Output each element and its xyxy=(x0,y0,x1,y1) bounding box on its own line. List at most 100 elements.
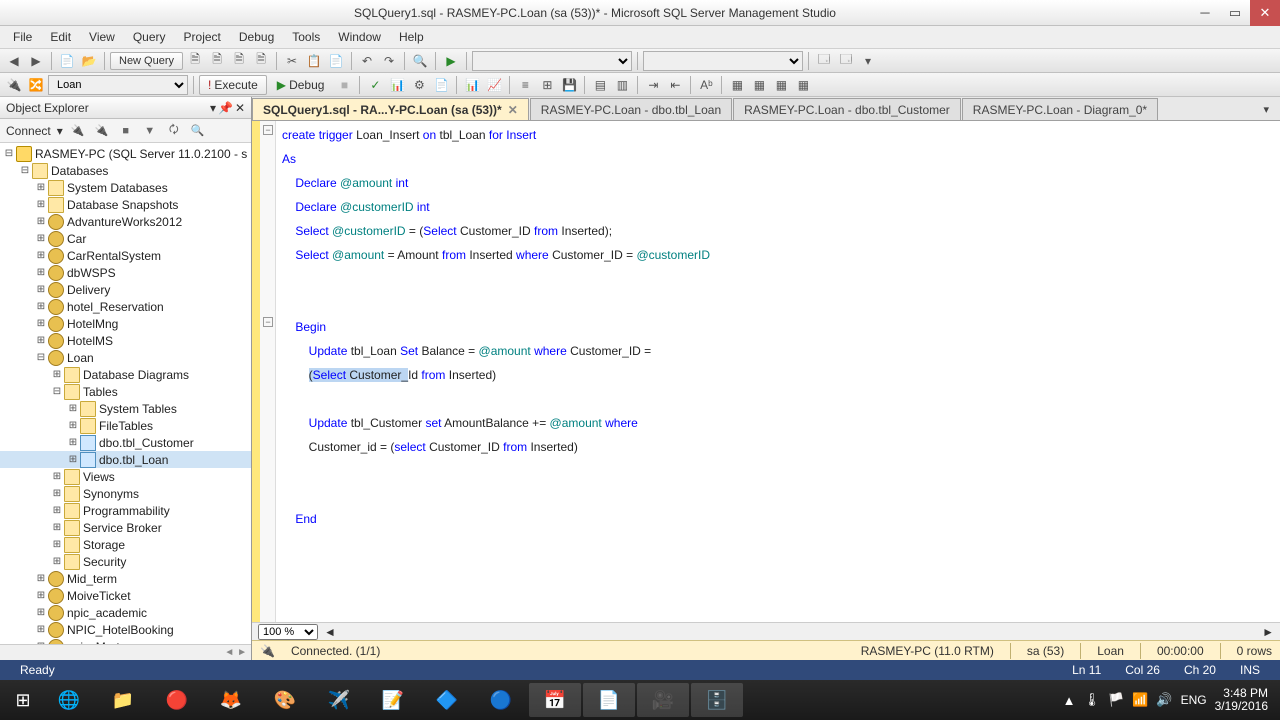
code-editor[interactable]: create trigger Loan_Insert on tbl_Loan f… xyxy=(276,121,1280,622)
tab-diagram[interactable]: RASMEY-PC.Loan - Diagram_0* xyxy=(962,98,1158,120)
explorer-hscroll[interactable]: ◄ ► xyxy=(0,644,251,660)
refresh-icon[interactable]: 🗘 xyxy=(165,122,183,140)
taskbar-ie[interactable]: 🌐 xyxy=(43,683,95,717)
include-stats-icon[interactable]: 📈 xyxy=(484,75,504,95)
paste-icon[interactable]: 📄 xyxy=(326,51,346,71)
tool2-icon[interactable]: 🗔 xyxy=(836,51,856,71)
tree-db[interactable]: ⊞Delivery xyxy=(0,281,251,298)
tray-volume-icon[interactable]: 🔊 xyxy=(1156,692,1172,708)
open-icon[interactable]: 📂 xyxy=(79,51,99,71)
taskbar-ssms[interactable]: 🗄️ xyxy=(691,683,743,717)
start-icon[interactable]: ▶ xyxy=(441,51,461,71)
taskbar-chrome[interactable]: 🔴 xyxy=(151,683,203,717)
debug-button[interactable]: ▶ Debug xyxy=(269,76,333,94)
tree-db[interactable]: ⊞hotel_Reservation xyxy=(0,298,251,315)
tree-storage-folder[interactable]: ⊞Storage xyxy=(0,536,251,553)
outline-gutter[interactable]: − − xyxy=(260,121,276,622)
tree-db[interactable]: ⊞Car xyxy=(0,230,251,247)
tree-db[interactable]: ⊞AdvantureWorks2012 xyxy=(0,213,251,230)
filter-icon[interactable]: ▼ xyxy=(141,122,159,140)
window-tool-icon[interactable]: ▦ xyxy=(727,75,747,95)
tree-db-loan[interactable]: ⊟Loan xyxy=(0,349,251,366)
taskbar-telegram[interactable]: ✈️ xyxy=(313,683,365,717)
tree-security-folder[interactable]: ⊞Security xyxy=(0,553,251,570)
taskbar-calendar[interactable]: 📅 xyxy=(529,683,581,717)
tray-speedfan-icon[interactable]: 🌡 xyxy=(1084,692,1101,708)
results-text-icon[interactable]: ≡ xyxy=(515,75,535,95)
start-button[interactable]: ⊞ xyxy=(4,683,42,717)
tree-diagrams-folder[interactable]: ⊞Database Diagrams xyxy=(0,366,251,383)
tab-close-icon[interactable]: ✕ xyxy=(508,103,518,117)
tree-db[interactable]: ⊞Mid_term xyxy=(0,570,251,587)
menu-query[interactable]: Query xyxy=(124,27,175,47)
undo-icon[interactable]: ↶ xyxy=(357,51,377,71)
tray-lang[interactable]: ENG xyxy=(1181,693,1207,707)
tree-db[interactable]: ⊞HotelMS xyxy=(0,332,251,349)
tree-prog-folder[interactable]: ⊞Programmability xyxy=(0,502,251,519)
tree-db[interactable]: ⊞HotelMng xyxy=(0,315,251,332)
hscroll-right-icon[interactable]: ► xyxy=(1262,625,1274,639)
disconnect-icon[interactable]: 🔌 xyxy=(93,122,111,140)
search-icon[interactable]: 🔍 xyxy=(189,122,207,140)
tray-flag-icon[interactable]: 🏳️ xyxy=(1108,692,1124,708)
include-plan-icon[interactable]: 📊 xyxy=(462,75,482,95)
tree-db[interactable]: ⊞dbWSPS xyxy=(0,264,251,281)
tab-tbl-customer[interactable]: RASMEY-PC.Loan - dbo.tbl_Customer xyxy=(733,98,961,120)
db-query4-icon[interactable]: 🗎 xyxy=(251,51,271,71)
config-dropdown[interactable] xyxy=(643,51,803,71)
tab-sqlquery[interactable]: SQLQuery1.sql - RA...Y-PC.Loan (sa (53))… xyxy=(252,98,529,120)
menu-view[interactable]: View xyxy=(80,27,124,47)
copy-icon[interactable]: 📋 xyxy=(304,51,324,71)
tree-filetables-folder[interactable]: ⊞FileTables xyxy=(0,417,251,434)
taskbar-skype[interactable]: 🔵 xyxy=(475,683,527,717)
taskbar-paint[interactable]: 🎨 xyxy=(259,683,311,717)
close-button[interactable]: ✕ xyxy=(1250,0,1280,26)
outdent-icon[interactable]: ⇤ xyxy=(665,75,685,95)
tree-db[interactable]: ⊞CarRentalSystem xyxy=(0,247,251,264)
db-query3-icon[interactable]: 🗎 xyxy=(229,51,249,71)
new-query-button[interactable]: New Query xyxy=(110,52,183,70)
tray-network-icon[interactable]: 📶 xyxy=(1132,692,1148,708)
tree-table-loan[interactable]: ⊞dbo.tbl_Loan xyxy=(0,451,251,468)
menu-help[interactable]: Help xyxy=(390,27,433,47)
taskbar-notepad[interactable]: 📝 xyxy=(367,683,419,717)
tray-clock[interactable]: 3:48 PM 3/19/2016 xyxy=(1215,687,1268,713)
tree-server-node[interactable]: ⊟RASMEY-PC (SQL Server 11.0.2100 - s xyxy=(0,145,251,162)
db-query-icon[interactable]: 🗎 xyxy=(185,51,205,71)
taskbar-firefox[interactable]: 🦊 xyxy=(205,683,257,717)
menu-window[interactable]: Window xyxy=(329,27,390,47)
window-tool2-icon[interactable]: ▦ xyxy=(749,75,769,95)
explorer-pin-icon[interactable]: 📌 xyxy=(218,101,233,115)
tab-overflow-icon[interactable]: ▾ xyxy=(1253,98,1279,120)
change-connection-icon[interactable]: 🔀 xyxy=(26,75,46,95)
tree-databases-folder[interactable]: ⊟Databases xyxy=(0,162,251,179)
tree-db[interactable]: ⊞MoiveTicket xyxy=(0,587,251,604)
tool3-icon[interactable]: ▾ xyxy=(858,51,878,71)
tree-sysdb-folder[interactable]: ⊞System Databases xyxy=(0,179,251,196)
tree-tables-folder[interactable]: ⊟Tables xyxy=(0,383,251,400)
comment-icon[interactable]: ▤ xyxy=(590,75,610,95)
execute-button[interactable]: ! Execute xyxy=(199,75,267,95)
connect-icon[interactable]: 🔌 xyxy=(69,122,87,140)
tree-sb-folder[interactable]: ⊞Service Broker xyxy=(0,519,251,536)
menu-file[interactable]: File xyxy=(4,27,41,47)
db-query2-icon[interactable]: 🗎 xyxy=(207,51,227,71)
zoom-selector[interactable]: 100 % xyxy=(258,624,318,640)
explorer-dropdown-icon[interactable]: ▾ xyxy=(210,101,216,115)
new-project-icon[interactable]: 📄 xyxy=(57,51,77,71)
window-tool4-icon[interactable]: ▦ xyxy=(793,75,813,95)
minimize-button[interactable]: ─ xyxy=(1190,0,1220,26)
redo-icon[interactable]: ↷ xyxy=(379,51,399,71)
tree-views-folder[interactable]: ⊞Views xyxy=(0,468,251,485)
taskbar-sublime[interactable]: 🔷 xyxy=(421,683,473,717)
tree-snapshots-folder[interactable]: ⊞Database Snapshots xyxy=(0,196,251,213)
connect-icon[interactable]: 🔌 xyxy=(4,75,24,95)
menu-tools[interactable]: Tools xyxy=(283,27,329,47)
estimate-plan-icon[interactable]: 📊 xyxy=(387,75,407,95)
tree-db[interactable]: ⊞npic_academic xyxy=(0,604,251,621)
database-selector[interactable]: Loan xyxy=(48,75,188,95)
taskbar-explorer[interactable]: 📁 xyxy=(97,683,149,717)
results-file-icon[interactable]: 💾 xyxy=(559,75,579,95)
stop-icon[interactable]: ■ xyxy=(117,122,135,140)
explorer-close-icon[interactable]: ✕ xyxy=(235,101,245,115)
